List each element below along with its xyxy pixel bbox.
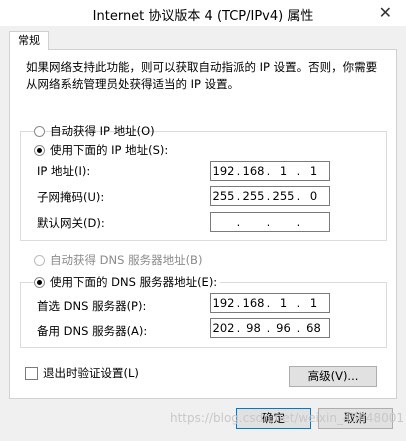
ip-manual-option[interactable]: 使用下面的 IP 地址(S):	[34, 142, 172, 158]
validate-on-exit-option[interactable]: 退出时验证设置(L)	[25, 365, 139, 381]
octet-dot: .	[236, 215, 241, 229]
octet: 0	[309, 189, 318, 203]
octet: 192	[212, 296, 235, 310]
dns-auto-label: 自动获得 DNS 服务器地址(B)	[50, 253, 203, 267]
octet: 255	[242, 189, 265, 203]
dns-manual-radio[interactable]	[34, 276, 45, 288]
octet: 255	[212, 189, 235, 203]
octet: 98	[246, 321, 261, 335]
default-gateway-input[interactable]: . . .	[210, 212, 330, 232]
advanced-button[interactable]: 高级(V)...	[289, 366, 377, 387]
ip-auto-radio[interactable]	[34, 125, 45, 137]
octet: 168	[242, 296, 265, 310]
close-icon[interactable]: ✕	[379, 3, 392, 22]
octet: 255	[272, 189, 295, 203]
octet: 192	[212, 164, 235, 178]
preferred-dns-label: 首选 DNS 服务器(P):	[37, 299, 147, 313]
octet: 1	[309, 164, 318, 178]
title-bar: Internet 协议版本 4 (TCP/IPv4) 属性 ✕	[0, 0, 406, 26]
dns-auto-radio	[34, 254, 45, 266]
octet-dot: .	[296, 215, 301, 229]
ip-auto-label: 自动获得 IP 地址(O)	[50, 124, 155, 138]
octet: 1	[279, 296, 288, 310]
ip-address-input[interactable]: 192. 168. 1. 1	[210, 161, 330, 181]
octet: 96	[276, 321, 291, 335]
ip-address-label: IP 地址(I):	[37, 164, 91, 178]
dns-auto-option: 自动获得 DNS 服务器地址(B)	[34, 252, 202, 268]
ip-auto-option[interactable]: 自动获得 IP 地址(O)	[34, 123, 155, 139]
window-title: Internet 协议版本 4 (TCP/IPv4) 属性	[92, 9, 314, 24]
octet: 1	[279, 164, 288, 178]
validate-on-exit-checkbox[interactable]	[25, 366, 38, 380]
ip-manual-radio[interactable]	[34, 144, 45, 156]
description-text: 如果网络支持此功能，则可以获取自动指派的 IP 设置。否则，你需要从网络系统管理…	[26, 60, 378, 91]
subnet-mask-input[interactable]: 255. 255. 255. 0	[210, 186, 330, 206]
subnet-mask-label: 子网掩码(U):	[37, 190, 105, 204]
octet: 1	[309, 296, 318, 310]
octet: 202	[212, 321, 235, 335]
watermark: https://blog.csdn.net/weixin_45848001	[170, 411, 405, 425]
default-gateway-label: 默认网关(D):	[37, 216, 105, 230]
alternate-dns-label: 备用 DNS 服务器(A):	[37, 324, 148, 338]
octet: 68	[306, 321, 321, 335]
dns-manual-option[interactable]: 使用下面的 DNS 服务器地址(E):	[34, 274, 221, 290]
alternate-dns-input[interactable]: 202. 98. 96. 68	[210, 318, 330, 338]
dns-manual-label: 使用下面的 DNS 服务器地址(E):	[50, 275, 218, 289]
octet-dot: .	[266, 215, 271, 229]
preferred-dns-input[interactable]: 192. 168. 1. 1	[210, 293, 330, 313]
tab-general[interactable]: 常规	[9, 31, 49, 50]
octet: 168	[242, 164, 265, 178]
ip-manual-label: 使用下面的 IP 地址(S):	[50, 143, 169, 157]
validate-on-exit-label: 退出时验证设置(L)	[43, 366, 139, 380]
